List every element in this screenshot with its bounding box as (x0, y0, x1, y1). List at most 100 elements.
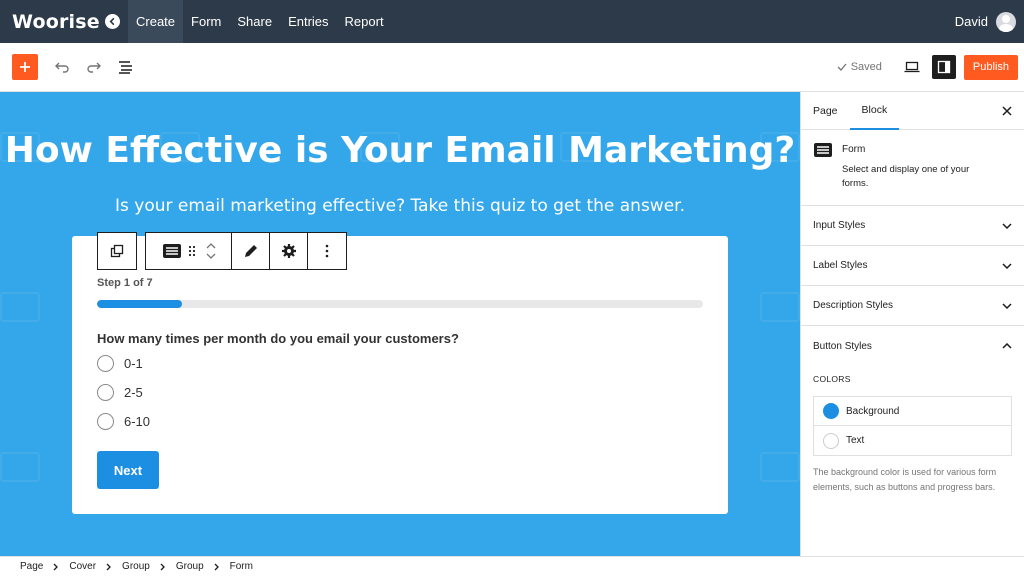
close-sidebar-button[interactable] (1000, 104, 1014, 118)
gear-icon (281, 244, 296, 258)
nav-tab-form[interactable]: Form (183, 0, 229, 43)
question-label: How many times per month do you email yo… (97, 331, 459, 346)
hero-title[interactable]: How Effective is Your Email Marketing? (0, 130, 800, 171)
move-up-icon[interactable] (206, 243, 216, 249)
back-button[interactable] (105, 14, 120, 29)
radio-option[interactable]: 2-5 (97, 384, 143, 401)
form-block-icon[interactable] (162, 243, 182, 259)
radio-button[interactable] (97, 355, 114, 372)
form-block-icon (814, 143, 832, 157)
breadcrumb-item[interactable]: Page (20, 561, 43, 572)
publish-button[interactable]: Publish (963, 54, 1018, 80)
breadcrumb-item[interactable]: Group (176, 561, 204, 572)
editor-toolbar: Saved Publish (0, 43, 1024, 92)
section-label: Description Styles (813, 300, 894, 311)
breadcrumb-item[interactable]: Form (230, 561, 253, 572)
nav-tab-report[interactable]: Report (337, 0, 392, 43)
progress-bar (97, 300, 703, 308)
section-label: Button Styles (813, 340, 872, 352)
block-card: Form Select and display one of your form… (801, 130, 1024, 206)
color-settings: Background Text (813, 396, 1012, 456)
radio-option[interactable]: 6-10 (97, 413, 150, 430)
radio-option[interactable]: 0-1 (97, 355, 143, 372)
breadcrumb-item[interactable]: Group (122, 561, 150, 572)
list-view-icon (119, 61, 132, 74)
next-button[interactable]: Next (97, 451, 159, 489)
nav-tab-entries[interactable]: Entries (280, 0, 336, 43)
block-toolbar (97, 232, 347, 270)
chevron-right-icon (160, 563, 165, 570)
radio-button[interactable] (97, 413, 114, 430)
logo[interactable]: Woorise (12, 11, 102, 33)
undo-icon (55, 62, 69, 73)
envelope-pattern-icon (760, 452, 800, 482)
envelope-pattern-icon (0, 452, 40, 482)
avatar (996, 11, 1016, 32)
background-color-picker[interactable]: Background (814, 397, 1011, 426)
color-label: Text (846, 435, 865, 446)
top-nav: Woorise Create Form Share Entries Report… (0, 0, 1024, 43)
settings-panel-toggle[interactable] (931, 55, 956, 79)
section-label: Input Styles (813, 220, 866, 231)
label-styles-toggle[interactable]: Label Styles (801, 246, 1024, 286)
chevron-down-icon (1002, 222, 1012, 229)
plus-icon (20, 62, 30, 72)
text-color-picker[interactable]: Text (814, 426, 1011, 455)
color-help-text: The background color is used for various… (813, 467, 997, 492)
form-block[interactable]: Step 1 of 7 How many times per month do … (72, 236, 728, 514)
settings-sidebar: Page Block Form Select and display one o… (800, 92, 1024, 556)
add-block-button[interactable] (12, 54, 38, 80)
drag-handle-icon[interactable] (188, 245, 196, 257)
chevron-left-icon (109, 17, 115, 26)
section-label: Label Styles (813, 260, 868, 271)
check-icon (837, 63, 847, 71)
sidebar-icon (937, 60, 951, 74)
saved-label: Saved (850, 61, 882, 73)
colors-heading: COLORS (813, 374, 851, 384)
block-type-mover (146, 233, 232, 269)
move-down-icon[interactable] (206, 253, 216, 259)
select-parent-button[interactable] (98, 233, 136, 269)
more-vertical-icon (325, 244, 329, 258)
envelope-pattern-icon (760, 292, 800, 322)
chevron-right-icon (214, 563, 219, 570)
list-view-button[interactable] (114, 55, 138, 79)
radio-option-label: 0-1 (124, 356, 143, 371)
progress-bar-fill (97, 300, 182, 308)
preview-button[interactable] (900, 55, 924, 79)
more-options-button[interactable] (308, 233, 346, 269)
edit-button[interactable] (232, 233, 270, 269)
nav-tab-create[interactable]: Create (128, 0, 184, 43)
block-settings-button[interactable] (270, 233, 308, 269)
block-description: Select and display one of your forms. (842, 164, 970, 189)
block-name: Form (842, 144, 866, 155)
chevron-down-icon (1002, 302, 1012, 309)
editor-canvas[interactable]: How Effective is Your Email Marketing? I… (0, 92, 800, 556)
saved-status: Saved (837, 61, 882, 73)
tab-page[interactable]: Page (801, 92, 850, 130)
select-parent-icon (110, 244, 124, 258)
input-styles-toggle[interactable]: Input Styles (801, 206, 1024, 246)
envelope-pattern-icon (0, 292, 40, 322)
user-menu[interactable]: David (954, 11, 1016, 32)
radio-option-label: 6-10 (124, 414, 151, 429)
sidebar-tabs: Page Block (801, 92, 1024, 130)
block-controls-group (145, 232, 347, 270)
color-swatch (823, 432, 839, 449)
tab-block[interactable]: Block (849, 92, 900, 130)
breadcrumb: Page Cover Group Group Form (0, 556, 1024, 576)
breadcrumb-item[interactable]: Cover (69, 561, 96, 572)
chevron-up-icon (1002, 343, 1012, 349)
redo-button[interactable] (82, 55, 106, 79)
radio-button[interactable] (97, 384, 114, 401)
close-icon (1002, 106, 1012, 116)
step-indicator: Step 1 of 7 (97, 277, 153, 289)
nav-tab-share[interactable]: Share (229, 0, 280, 43)
undo-button[interactable] (50, 55, 74, 79)
button-styles-toggle[interactable]: Button Styles (801, 326, 1024, 366)
description-styles-toggle[interactable]: Description Styles (801, 286, 1024, 326)
hero-subtitle[interactable]: Is your email marketing effective? Take … (0, 196, 800, 216)
user-name: David (954, 14, 988, 29)
color-label: Background (846, 405, 900, 417)
color-swatch (823, 403, 839, 419)
